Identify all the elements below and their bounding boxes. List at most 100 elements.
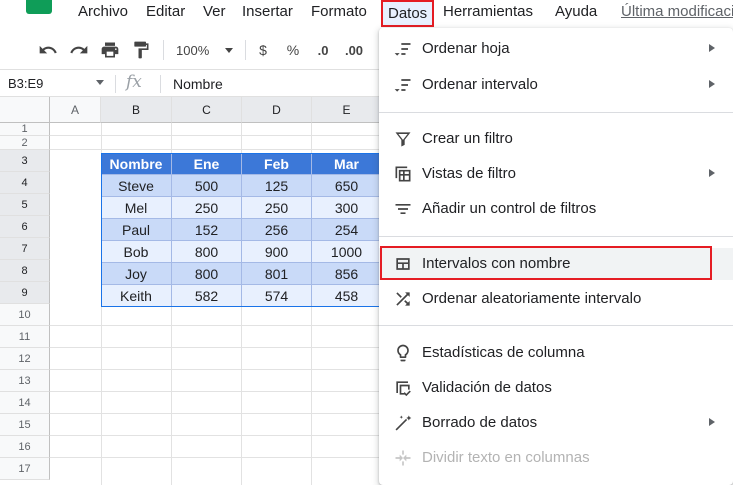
- row-header-11[interactable]: 11: [0, 326, 50, 348]
- table-cell[interactable]: 800: [172, 241, 242, 263]
- menu-item-label: Ordenar hoja: [422, 40, 510, 57]
- row-header-14[interactable]: 14: [0, 392, 50, 414]
- row-header-3[interactable]: 3: [0, 150, 50, 172]
- row-header-13[interactable]: 13: [0, 370, 50, 392]
- currency-format-button[interactable]: $: [254, 38, 272, 62]
- name-box[interactable]: B3:E9: [8, 76, 43, 91]
- column-header-e[interactable]: E: [312, 97, 382, 123]
- row-header-10[interactable]: 10: [0, 304, 50, 326]
- sheets-logo-icon[interactable]: [26, 0, 52, 14]
- submenu-arrow-icon: [709, 169, 715, 177]
- table-cell[interactable]: 250: [242, 197, 312, 219]
- menu-item-intervalos-nombre[interactable]: Intervalos con nombre: [379, 246, 733, 280]
- split-icon: [393, 448, 413, 468]
- table-cell[interactable]: Steve: [101, 175, 172, 197]
- row-header-2[interactable]: 2: [0, 136, 50, 150]
- menu-separator: [379, 236, 733, 237]
- percent-format-button[interactable]: %: [284, 38, 302, 62]
- table-cell[interactable]: 574: [242, 285, 312, 307]
- table-cell[interactable]: 300: [312, 197, 382, 219]
- menu-formato[interactable]: Formato: [311, 3, 367, 20]
- table-cell[interactable]: 582: [172, 285, 242, 307]
- row-header-7[interactable]: 7: [0, 238, 50, 260]
- filter-control-icon: [393, 199, 413, 219]
- row-header-17[interactable]: 17: [0, 458, 50, 480]
- menu-separator: [379, 112, 733, 113]
- menu-ver[interactable]: Ver: [203, 3, 226, 20]
- filter-views-icon: [393, 164, 413, 184]
- menu-herramientas[interactable]: Herramientas: [443, 3, 533, 20]
- table-cell[interactable]: Keith: [101, 285, 172, 307]
- table-header-cell[interactable]: Mar: [312, 153, 382, 175]
- paint-format-icon: [134, 41, 149, 59]
- row-header-1[interactable]: 1: [0, 123, 50, 136]
- menu-item-aleatorio[interactable]: Ordenar aleatoriamente intervalo: [379, 283, 733, 315]
- table-cell[interactable]: 800: [172, 263, 242, 285]
- grid-line: [50, 347, 380, 348]
- menu-archivo[interactable]: Archivo: [78, 3, 128, 20]
- paint-format-button[interactable]: [129, 38, 153, 62]
- validation-icon: [393, 378, 413, 398]
- row-header-12[interactable]: 12: [0, 348, 50, 370]
- table-cell[interactable]: 856: [312, 263, 382, 285]
- decrease-decimals-button[interactable]: .0: [312, 38, 334, 62]
- row-header-9[interactable]: 9: [0, 282, 50, 304]
- table-cell[interactable]: 458: [312, 285, 382, 307]
- table-header-cell[interactable]: Ene: [172, 153, 242, 175]
- menu-item-control-filtros[interactable]: Añadir un control de filtros: [379, 193, 733, 225]
- undo-button[interactable]: [36, 38, 60, 62]
- table-cell[interactable]: 152: [172, 219, 242, 241]
- row-header-6[interactable]: 6: [0, 216, 50, 238]
- table-cell[interactable]: Mel: [101, 197, 172, 219]
- print-button[interactable]: [98, 38, 122, 62]
- table-cell[interactable]: 900: [242, 241, 312, 263]
- increase-decimals-button[interactable]: .00: [342, 38, 366, 62]
- column-header-b[interactable]: B: [101, 97, 172, 123]
- table-cell[interactable]: 1000: [312, 241, 382, 263]
- table-header-cell[interactable]: Feb: [242, 153, 312, 175]
- menu-ayuda[interactable]: Ayuda: [555, 3, 597, 20]
- grid-line: [50, 435, 380, 436]
- table-cell[interactable]: 650: [312, 175, 382, 197]
- table-cell[interactable]: 254: [312, 219, 382, 241]
- table-cell[interactable]: Joy: [101, 263, 172, 285]
- row-header-4[interactable]: 4: [0, 172, 50, 194]
- row-header-15[interactable]: 15: [0, 414, 50, 436]
- redo-button[interactable]: [67, 38, 91, 62]
- menu-insertar[interactable]: Insertar: [242, 3, 293, 20]
- menu-item-vistas-filtro[interactable]: Vistas de filtro: [379, 158, 733, 190]
- table-cell[interactable]: 250: [172, 197, 242, 219]
- zoom-select[interactable]: 100%: [176, 38, 236, 62]
- table-cell[interactable]: 256: [242, 219, 312, 241]
- redo-icon: [70, 45, 88, 54]
- menu-item-ordenar-intervalo[interactable]: Ordenar intervalo: [379, 69, 733, 101]
- menu-item-ordenar-hoja[interactable]: Ordenar hoja: [379, 33, 733, 65]
- shuffle-icon: [393, 289, 413, 309]
- table-cell[interactable]: 500: [172, 175, 242, 197]
- row-header-5[interactable]: 5: [0, 194, 50, 216]
- menu-item-borrado[interactable]: Borrado de datos: [379, 407, 733, 439]
- table-cell[interactable]: Paul: [101, 219, 172, 241]
- submenu-arrow-icon: [709, 44, 715, 52]
- highlight-annotation-box: [380, 246, 712, 280]
- grid-line: [50, 391, 380, 392]
- table-cell[interactable]: 801: [242, 263, 312, 285]
- menu-editar[interactable]: Editar: [146, 3, 185, 20]
- name-box-dropdown-icon[interactable]: [96, 80, 104, 85]
- menu-item-crear-filtro[interactable]: Crear un filtro: [379, 123, 733, 155]
- menu-item-validacion[interactable]: Validación de datos: [379, 372, 733, 404]
- table-cell[interactable]: 125: [242, 175, 312, 197]
- column-header-c[interactable]: C: [172, 97, 242, 123]
- menu-item-estadisticas[interactable]: Estadísticas de columna: [379, 337, 733, 369]
- select-all-corner[interactable]: [0, 97, 50, 123]
- last-edit-link[interactable]: Última modificación: [621, 3, 733, 20]
- menu-datos[interactable]: Datos: [381, 0, 435, 27]
- table-cell[interactable]: Bob: [101, 241, 172, 263]
- column-header-d[interactable]: D: [242, 97, 312, 123]
- formula-input[interactable]: Nombre: [173, 76, 223, 92]
- table-header-cell[interactable]: Nombre: [101, 153, 172, 175]
- row-header-8[interactable]: 8: [0, 260, 50, 282]
- column-header-a[interactable]: A: [50, 97, 101, 123]
- row-header-16[interactable]: 16: [0, 436, 50, 458]
- toolbar-separator: [245, 40, 246, 60]
